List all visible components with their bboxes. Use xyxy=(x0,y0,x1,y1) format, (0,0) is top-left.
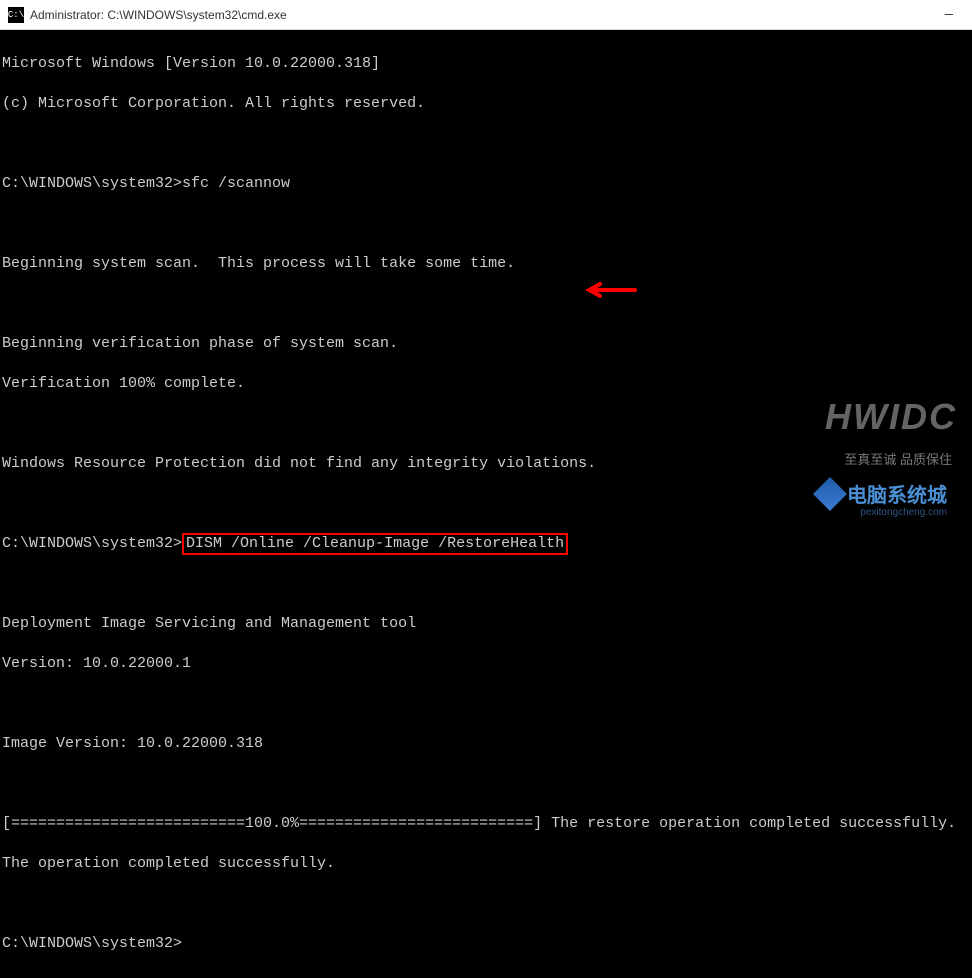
cmd-icon: C:\ xyxy=(8,7,24,23)
output-line: The operation completed successfully. xyxy=(2,854,970,874)
titlebar: C:\ Administrator: C:\WINDOWS\system32\c… xyxy=(0,0,972,30)
prompt-line: C:\WINDOWS\system32>sfc /scannow xyxy=(2,174,970,194)
output-line: Verification 100% complete. xyxy=(2,374,970,394)
prompt-path: C:\WINDOWS\system32> xyxy=(2,175,182,192)
watermark-logo: 电脑系统城 xyxy=(818,479,947,508)
prompt-line: C:\WINDOWS\system32> xyxy=(2,934,970,954)
command-sfc: sfc /scannow xyxy=(182,175,290,192)
prompt-path: C:\WINDOWS\system32> xyxy=(2,534,182,554)
output-line xyxy=(2,134,970,154)
window-controls: — xyxy=(926,0,972,30)
diamond-icon xyxy=(813,477,847,511)
window-title: Administrator: C:\WINDOWS\system32\cmd.e… xyxy=(30,8,287,22)
output-line xyxy=(2,694,970,714)
output-line: Windows Resource Protection did not find… xyxy=(2,454,970,474)
output-line: (c) Microsoft Corporation. All rights re… xyxy=(2,94,970,114)
cmd-icon-text: C:\ xyxy=(8,10,24,20)
output-line xyxy=(2,294,970,314)
output-line xyxy=(2,574,970,594)
output-line: Beginning system scan. This process will… xyxy=(2,254,970,274)
watermark-tagline: 至真至诚 品质保住 xyxy=(844,449,952,468)
output-line xyxy=(2,894,970,914)
output-line xyxy=(2,214,970,234)
watermark-logo-url: pexitongcheng.com xyxy=(860,507,947,518)
output-line: Microsoft Windows [Version 10.0.22000.31… xyxy=(2,54,970,74)
prompt-line: C:\WINDOWS\system32>DISM /Online /Cleanu… xyxy=(2,534,970,554)
output-line: Version: 10.0.22000.1 xyxy=(2,654,970,674)
command-dism-highlighted: DISM /Online /Cleanup-Image /RestoreHeal… xyxy=(182,533,568,555)
prompt-path: C:\WINDOWS\system32> xyxy=(2,935,182,952)
output-line: [==========================100.0%=======… xyxy=(2,814,970,834)
watermark-logo-text: 电脑系统城 xyxy=(847,479,947,508)
output-line: Beginning verification phase of system s… xyxy=(2,334,970,354)
minimize-button[interactable]: — xyxy=(926,0,972,30)
output-line: Image Version: 10.0.22000.318 xyxy=(2,734,970,754)
watermark-hwidc: HWIDC xyxy=(825,396,957,438)
output-line: Deployment Image Servicing and Managemen… xyxy=(2,614,970,634)
output-line xyxy=(2,774,970,794)
